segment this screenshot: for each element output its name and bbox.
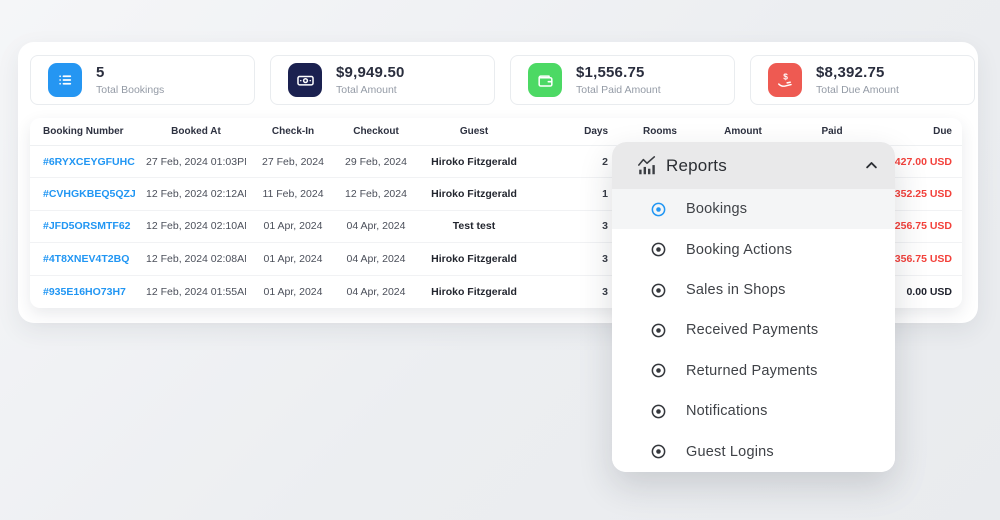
radio-icon [650, 201, 667, 218]
chevron-up-icon [864, 158, 879, 173]
stat-value: $8,392.75 [816, 64, 899, 81]
cell-guest: Test test [412, 220, 536, 232]
cell-check-in: 01 Apr, 2024 [246, 220, 340, 232]
stat-card-total-amount: $9,949.50 Total Amount [270, 55, 495, 105]
menu-item-label: Returned Payments [686, 363, 818, 379]
cell-guest: Hiroko Fitzgerald [412, 156, 536, 168]
radio-icon [650, 362, 667, 379]
stat-label: Total Due Amount [816, 84, 899, 96]
column-header-rooms: Rooms [630, 126, 690, 137]
menu-item-received-payments[interactable]: Received Payments [612, 310, 895, 350]
stat-label: Total Amount [336, 84, 405, 96]
list-icon [48, 63, 82, 97]
menu-item-label: Sales in Shops [686, 282, 786, 298]
cell-booking-number[interactable]: #4T8XNEV4T2BQ [30, 253, 146, 265]
cell-booking-number[interactable]: #JFD5ORSMTF62 [30, 220, 146, 232]
column-header-amount: Amount [690, 126, 796, 137]
wallet-icon [528, 63, 562, 97]
chart-icon [636, 155, 658, 177]
svg-text:$: $ [783, 71, 788, 81]
cell-booking-number[interactable]: #935E16HO73H7 [30, 286, 146, 298]
menu-item-notifications[interactable]: Notifications [612, 391, 895, 431]
cell-checkout: 04 Apr, 2024 [340, 253, 412, 265]
reports-dropdown-title: Reports [666, 156, 727, 176]
menu-item-label: Booking Actions [686, 242, 792, 258]
column-header-booked-at: Booked At [146, 126, 246, 137]
cell-checkout: 12 Feb, 2024 [340, 188, 412, 200]
cell-checkout: 04 Apr, 2024 [340, 220, 412, 232]
stat-card-total-paid: $1,556.75 Total Paid Amount [510, 55, 735, 105]
cell-check-in: 27 Feb, 2024 [246, 156, 340, 168]
stat-card-total-due: $ $8,392.75 Total Due Amount [750, 55, 975, 105]
reports-dropdown-toggle[interactable]: Reports [612, 142, 895, 189]
cell-checkout: 29 Feb, 2024 [340, 156, 412, 168]
menu-item-sales-in-shops[interactable]: Sales in Shops [612, 270, 895, 310]
cell-booking-number[interactable]: #CVHGKBEQ5QZJ [30, 188, 146, 200]
radio-icon [650, 403, 667, 420]
cell-guest: Hiroko Fitzgerald [412, 286, 536, 298]
menu-item-bookings[interactable]: Bookings [612, 189, 895, 229]
hand-dollar-icon: $ [768, 63, 802, 97]
cell-guest: Hiroko Fitzgerald [412, 188, 536, 200]
radio-icon [650, 322, 667, 339]
cell-booked-at: 12 Feb, 2024 02:10AM [146, 220, 246, 232]
radio-icon [650, 443, 667, 460]
cell-booked-at: 12 Feb, 2024 02:12AM [146, 188, 246, 200]
cell-check-in: 01 Apr, 2024 [246, 286, 340, 298]
column-header-checkout: Checkout [340, 126, 412, 137]
stat-value: $9,949.50 [336, 64, 405, 81]
cell-booking-number[interactable]: #6RYXCEYGFUHC [30, 156, 146, 168]
cell-booked-at: 12 Feb, 2024 01:55AM [146, 286, 246, 298]
cell-checkout: 04 Apr, 2024 [340, 286, 412, 298]
stat-card-total-bookings: 5 Total Bookings [30, 55, 255, 105]
stat-value: $1,556.75 [576, 64, 661, 81]
cell-booked-at: 27 Feb, 2024 01:03PM [146, 156, 246, 168]
column-header-due: Due [868, 126, 962, 137]
stat-value: 5 [96, 64, 164, 81]
cell-check-in: 01 Apr, 2024 [246, 253, 340, 265]
column-header-booking-number: Booking Number [30, 126, 146, 137]
reports-dropdown-items: Bookings Booking Actions Sales in Shops Rec… [612, 189, 895, 472]
menu-item-guest-logins[interactable]: Guest Logins [612, 432, 895, 472]
cell-booked-at: 12 Feb, 2024 02:08AM [146, 253, 246, 265]
menu-item-label: Bookings [686, 201, 747, 217]
column-header-guest: Guest [412, 126, 536, 137]
column-header-paid: Paid [796, 126, 868, 137]
column-header-check-in: Check-In [246, 126, 340, 137]
menu-item-label: Notifications [686, 403, 768, 419]
cell-check-in: 11 Feb, 2024 [246, 188, 340, 200]
banknote-icon [288, 63, 322, 97]
menu-item-label: Received Payments [686, 322, 818, 338]
column-header-days: Days [536, 126, 630, 137]
radio-icon [650, 282, 667, 299]
cell-guest: Hiroko Fitzgerald [412, 253, 536, 265]
stat-label: Total Paid Amount [576, 84, 661, 96]
menu-item-booking-actions[interactable]: Booking Actions [612, 229, 895, 269]
menu-item-label: Guest Logins [686, 444, 774, 460]
stats-row: 5 Total Bookings $9,949.50 Total Amount [30, 55, 975, 105]
menu-item-returned-payments[interactable]: Returned Payments [612, 351, 895, 391]
stat-label: Total Bookings [96, 84, 164, 96]
reports-dropdown: Reports Bookings Booking Actions Sales in … [612, 142, 895, 472]
radio-icon [650, 241, 667, 258]
